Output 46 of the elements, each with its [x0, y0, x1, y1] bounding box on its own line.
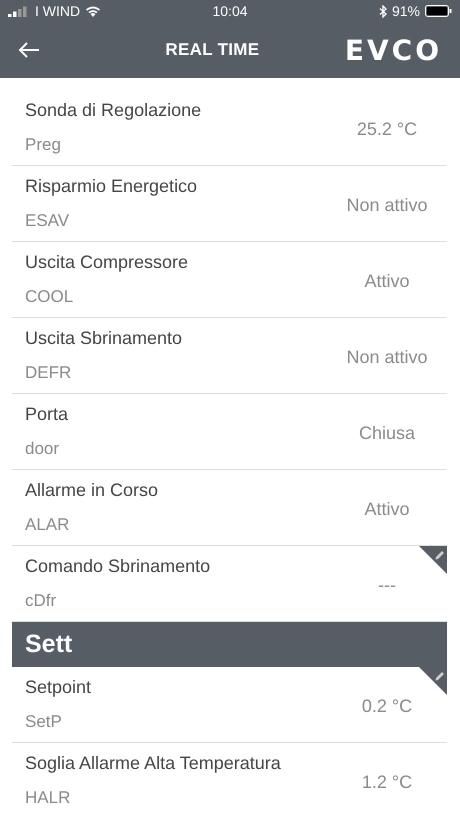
battery-icon — [425, 5, 452, 17]
parameter-row[interactable]: Setpoint SetP 0.2 °C — [12, 667, 447, 743]
parameter-code: DEFR — [25, 363, 72, 383]
parameter-row[interactable]: Sonda di Regolazione Preg 25.2 °C — [12, 90, 447, 166]
parameter-code: door — [25, 439, 60, 459]
parameter-value: Chiusa — [358, 422, 416, 444]
parameter-code: ESAV — [25, 211, 70, 231]
parameter-row[interactable]: Risparmio Energetico ESAV Non attivo — [12, 166, 447, 242]
parameter-label: Comando Sbrinamento — [25, 556, 212, 577]
bluetooth-icon — [378, 4, 387, 18]
parameter-value: 25.2 °C — [356, 118, 418, 140]
parameter-row[interactable]: Soglia Allarme Alta Temperatura HALR 1.2 °C — [12, 743, 447, 818]
parameter-label: Uscita Sbrinamento — [25, 328, 184, 349]
parameter-value: Non attivo — [345, 194, 429, 216]
parameter-code: HALR — [25, 788, 72, 808]
back-arrow-icon[interactable] — [18, 42, 40, 58]
parameter-value: 0.2 °C — [360, 695, 414, 717]
parameter-row[interactable]: Porta door Chiusa — [12, 394, 447, 470]
parameter-code: COOL — [25, 287, 74, 307]
clock-time: 10:04 — [212, 3, 248, 19]
parameter-value: Attivo — [363, 270, 411, 292]
parameter-code: SetP — [25, 712, 63, 732]
parameter-row[interactable]: Allarme in Corso ALAR Attivo — [12, 470, 447, 546]
parameter-row[interactable]: Uscita Sbrinamento DEFR Non attivo — [12, 318, 447, 394]
parameter-row[interactable]: Uscita Compressore COOL Attivo — [12, 242, 447, 318]
parameter-label: Risparmio Energetico — [25, 176, 198, 197]
parameter-value: Non attivo — [345, 346, 429, 368]
parameter-label: Uscita Compressore — [25, 252, 190, 273]
parameter-label: Setpoint — [25, 677, 92, 698]
parameter-code: cDfr — [25, 591, 58, 611]
wifi-icon — [85, 5, 102, 17]
parameter-value: 1.2 °C — [360, 771, 414, 793]
parameter-label: Sonda di Regolazione — [25, 100, 202, 121]
parameter-label: Allarme in Corso — [25, 480, 160, 501]
parameter-value: Attivo — [363, 498, 411, 520]
edit-corner-icon[interactable] — [419, 546, 447, 574]
parameter-value: --- — [377, 574, 397, 596]
edit-corner-icon[interactable] — [419, 667, 447, 695]
parameter-label: Soglia Allarme Alta Temperatura — [25, 753, 282, 774]
brand-logo: EVCO — [344, 34, 442, 66]
parameter-code: ALAR — [25, 515, 70, 535]
battery-percent: 91% — [392, 3, 420, 19]
parameter-label: Porta — [25, 404, 70, 425]
screen-title: REAL TIME — [164, 40, 260, 60]
carrier-name: I WIND — [35, 3, 80, 19]
parameter-code: Preg — [25, 135, 62, 155]
